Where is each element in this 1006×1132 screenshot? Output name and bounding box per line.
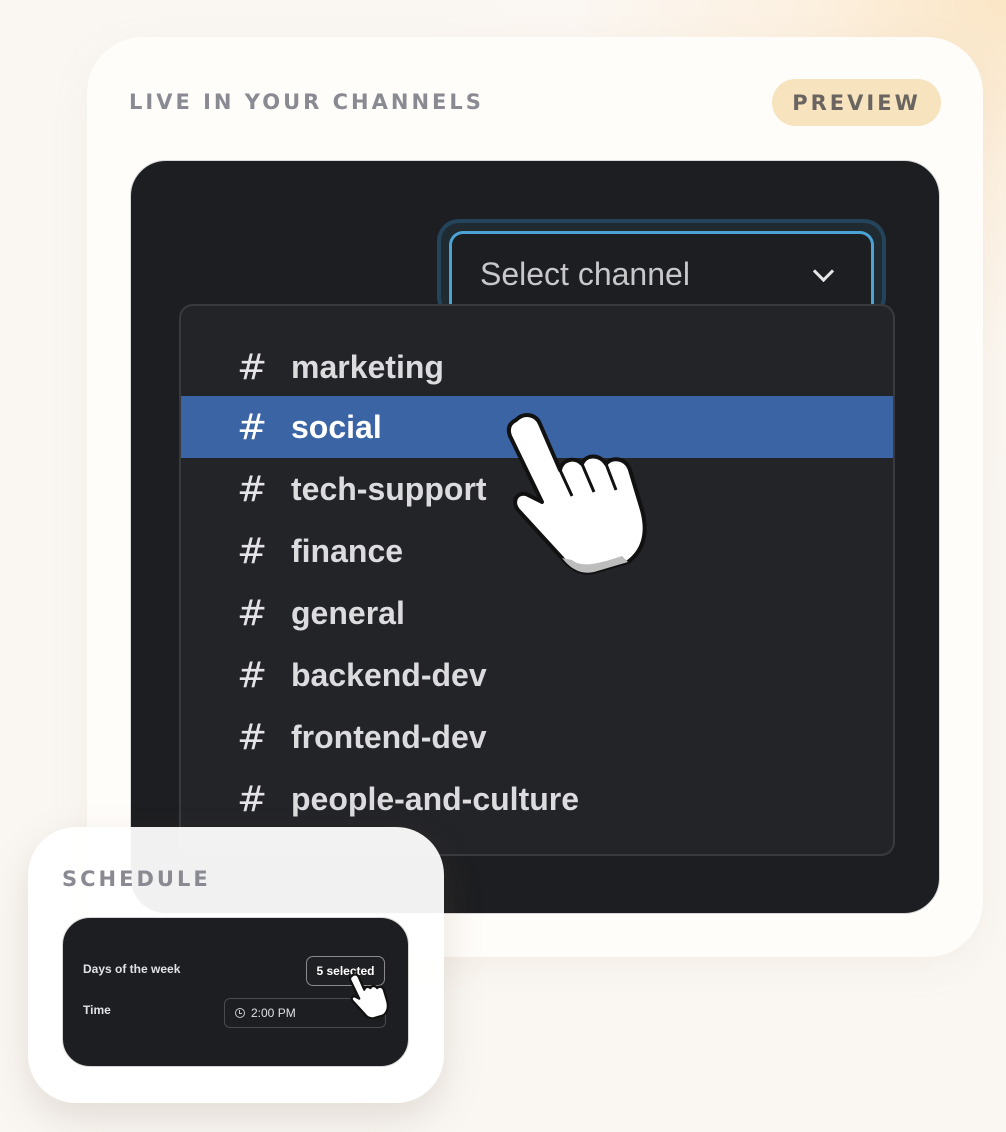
channel-option-people-and-culture[interactable]: # people-and-culture	[181, 768, 893, 830]
preview-badge: PREVIEW	[772, 79, 941, 126]
hash-icon: #	[237, 716, 268, 758]
channel-option-label: marketing	[291, 348, 444, 385]
channel-option-frontend-dev[interactable]: # frontend-dev	[181, 706, 893, 768]
channel-option-label: finance	[291, 532, 404, 569]
hash-icon: #	[237, 530, 268, 572]
hash-icon: #	[237, 592, 268, 634]
schedule-panel: Days of the week 5 selected Time 2:00 PM	[62, 917, 409, 1067]
time-label: Time	[83, 1003, 111, 1017]
hash-icon: #	[237, 406, 268, 448]
clock-icon	[235, 1008, 245, 1018]
channel-option-backend-dev[interactable]: # backend-dev	[181, 644, 893, 706]
hand-cursor-icon	[348, 973, 389, 1019]
channel-option-label: tech-support	[291, 470, 487, 507]
channel-option-label: general	[291, 594, 405, 631]
channel-select[interactable]: Select channel	[441, 223, 882, 315]
channel-select-box[interactable]: Select channel	[449, 231, 874, 315]
channel-option-general[interactable]: # general	[181, 582, 893, 644]
time-value: 2:00 PM	[251, 1006, 296, 1020]
hash-icon: #	[237, 346, 268, 388]
channel-dropdown: # marketing # social # tech-support # fi…	[179, 304, 895, 856]
hand-cursor-icon	[506, 413, 647, 575]
schedule-title: SCHEDULE	[62, 867, 211, 891]
channel-option-marketing[interactable]: # marketing	[181, 336, 893, 398]
hash-icon: #	[237, 468, 268, 510]
channel-select-placeholder: Select channel	[480, 256, 690, 292]
channel-option-label: people-and-culture	[291, 780, 580, 817]
days-label: Days of the week	[83, 962, 181, 976]
chevron-down-icon[interactable]	[812, 260, 835, 283]
channel-option-label: social	[291, 408, 382, 445]
channel-option-label: backend-dev	[291, 656, 487, 693]
hash-icon: #	[237, 778, 268, 820]
hash-icon: #	[237, 654, 268, 696]
channel-option-label: frontend-dev	[291, 718, 487, 755]
section-title: LIVE IN YOUR CHANNELS	[129, 90, 484, 114]
